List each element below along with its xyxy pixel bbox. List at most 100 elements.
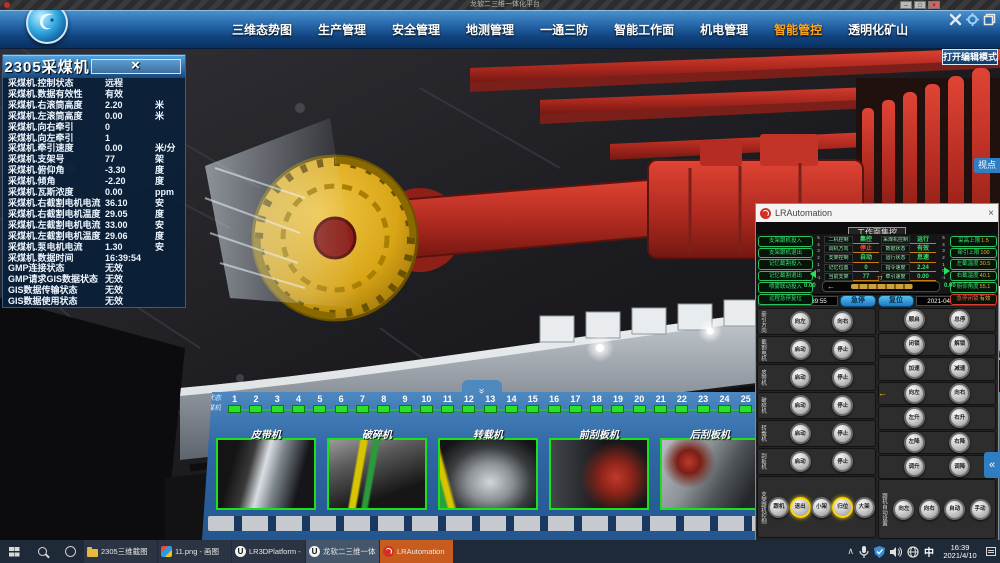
maximize-button[interactable]: □ (914, 1, 926, 9)
nav-item[interactable]: 透明化矿山 (848, 21, 908, 38)
camera-feed[interactable]: 转载机 (438, 426, 538, 510)
network-icon[interactable] (907, 546, 919, 558)
follow-button[interactable]: 跟机 (768, 497, 789, 518)
camera-thumbnail[interactable] (438, 438, 538, 510)
taskbar-item[interactable]: LR3DPlatform - U... (232, 540, 305, 563)
home-button[interactable]: 归位 (832, 497, 853, 518)
taskbar-item[interactable]: LRAutomation (380, 540, 453, 563)
lra-title-bar[interactable]: LRAutomation × (756, 204, 998, 222)
support-status-cell[interactable]: 3 (267, 394, 288, 413)
close-icon[interactable]: × (91, 59, 181, 74)
support-status-cell[interactable]: 23 (693, 394, 714, 413)
large-step-button[interactable]: 大架 (854, 497, 875, 518)
panel-collapse-button[interactable]: « (984, 452, 1000, 478)
limit-button[interactable]: 俯仰角度55.1 (950, 282, 997, 293)
device-button[interactable]: 停止 (832, 339, 853, 360)
manual-button[interactable]: 手动 (970, 499, 991, 520)
device-button[interactable]: 调升 (904, 456, 925, 477)
support-status-cell[interactable]: 11 (437, 394, 458, 413)
support-status-cell[interactable]: 19 (607, 394, 628, 413)
mode-button[interactable]: 支架跟机投入 (758, 236, 813, 247)
support-status-cell[interactable]: 22 (671, 394, 692, 413)
support-status-cell[interactable]: 1 (224, 394, 245, 413)
exit-button[interactable]: 退出 (790, 497, 811, 518)
limit-button[interactable]: 牵引上限100 (950, 248, 997, 259)
cortana-button[interactable] (56, 540, 84, 563)
support-status-cell[interactable]: 2 (245, 394, 266, 413)
mode-button[interactable]: 远程急停复位 (758, 294, 813, 305)
device-button[interactable]: 停止 (832, 451, 853, 472)
nav-item[interactable]: 三维态势图 (232, 21, 292, 38)
support-status-cell[interactable]: 14 (501, 394, 522, 413)
minimize-button[interactable]: – (900, 1, 912, 9)
close-button[interactable]: × (928, 1, 940, 9)
security-shield-icon[interactable] (874, 546, 885, 558)
device-button[interactable]: 停止 (832, 423, 853, 444)
auto-button[interactable]: 自动 (944, 499, 965, 520)
taskbar-item[interactable]: 2305三维截图 (84, 540, 157, 563)
device-button[interactable]: 向左 (904, 383, 925, 404)
device-button[interactable]: 减速 (949, 358, 970, 379)
support-status-cell[interactable]: 17 (565, 394, 586, 413)
device-button[interactable]: 向右 (832, 311, 853, 332)
camera-thumbnail[interactable] (549, 438, 649, 510)
search-button[interactable] (28, 540, 56, 563)
taskbar-item[interactable]: 龙软二三维一体化... (306, 540, 379, 563)
camera-thumbnail[interactable] (660, 438, 760, 510)
limit-button[interactable]: 急停闭锁有效 (950, 294, 997, 305)
small-step-button[interactable]: 小架 (811, 497, 832, 518)
device-button[interactable]: 加速 (904, 358, 925, 379)
support-status-cell[interactable]: 13 (480, 394, 501, 413)
hidden-icons-chevron[interactable]: ∧ (847, 546, 854, 557)
support-status-cell[interactable]: 4 (288, 394, 309, 413)
device-button[interactable]: 左升 (904, 407, 925, 428)
support-status-cell[interactable]: 18 (586, 394, 607, 413)
support-status-cell[interactable]: 15 (522, 394, 543, 413)
camera-thumbnail[interactable] (216, 438, 316, 510)
support-status-cell[interactable]: 12 (458, 394, 479, 413)
device-button[interactable]: 右降 (949, 432, 970, 453)
nav-item[interactable]: 智能工作面 (614, 21, 674, 38)
device-button[interactable]: 启动 (790, 339, 811, 360)
support-status-cell[interactable]: 16 (543, 394, 564, 413)
device-button[interactable]: 右升 (949, 407, 970, 428)
device-button[interactable]: 停止 (832, 367, 853, 388)
camera-bar-collapse-tab[interactable]: « (462, 380, 502, 393)
support-status-cell[interactable]: 6 (330, 394, 351, 413)
device-button[interactable]: 启动 (790, 367, 811, 388)
support-status-cell[interactable]: 10 (416, 394, 437, 413)
ime-indicator[interactable]: 中 (924, 544, 934, 559)
open-edit-mode-button[interactable]: 打开编辑模式 (942, 49, 998, 65)
device-button[interactable]: 启动 (790, 395, 811, 416)
taskbar-item[interactable]: 11.png - 画图 (158, 540, 231, 563)
volume-icon[interactable] (890, 546, 902, 558)
nav-item[interactable]: 生产管理 (318, 21, 366, 38)
left-button[interactable]: 向左 (893, 499, 914, 520)
mode-button[interactable]: 记忆截割投入 (758, 259, 813, 270)
clock[interactable]: 16:39 2021/4/10 (939, 544, 981, 560)
camera-thumbnail[interactable] (327, 438, 427, 510)
camera-feed[interactable]: 前刮板机 (549, 426, 649, 510)
support-status-cell[interactable]: 7 (352, 394, 373, 413)
start-button[interactable] (0, 540, 28, 563)
camera-feed[interactable]: 皮带机 (216, 426, 316, 510)
mode-button[interactable]: 支架跟机退出 (758, 248, 813, 259)
nav-item[interactable]: 一通三防 (540, 21, 588, 38)
device-button[interactable]: 调降 (949, 456, 970, 477)
support-status-cell[interactable]: 25 (735, 394, 756, 413)
nav-item[interactable]: 智能管控 (774, 21, 822, 38)
device-button[interactable]: 总停 (949, 309, 970, 330)
camera-feed[interactable]: 破碎机 (327, 426, 427, 510)
support-status-cell[interactable]: 21 (650, 394, 671, 413)
camera-feed[interactable]: 后刮板机 (660, 426, 760, 510)
estop-button[interactable]: 急停 (840, 295, 876, 307)
support-status-cell[interactable]: 8 (373, 394, 394, 413)
restore-window-icon[interactable] (983, 13, 996, 26)
nav-item[interactable]: 地测管理 (466, 21, 514, 38)
device-button[interactable]: 解锁 (949, 334, 970, 355)
device-button[interactable]: 顺启 (904, 309, 925, 330)
microphone-icon[interactable] (859, 546, 869, 558)
settings-gear-icon[interactable] (966, 13, 979, 26)
tools-icon[interactable] (949, 13, 962, 26)
device-button[interactable]: 停止 (832, 395, 853, 416)
